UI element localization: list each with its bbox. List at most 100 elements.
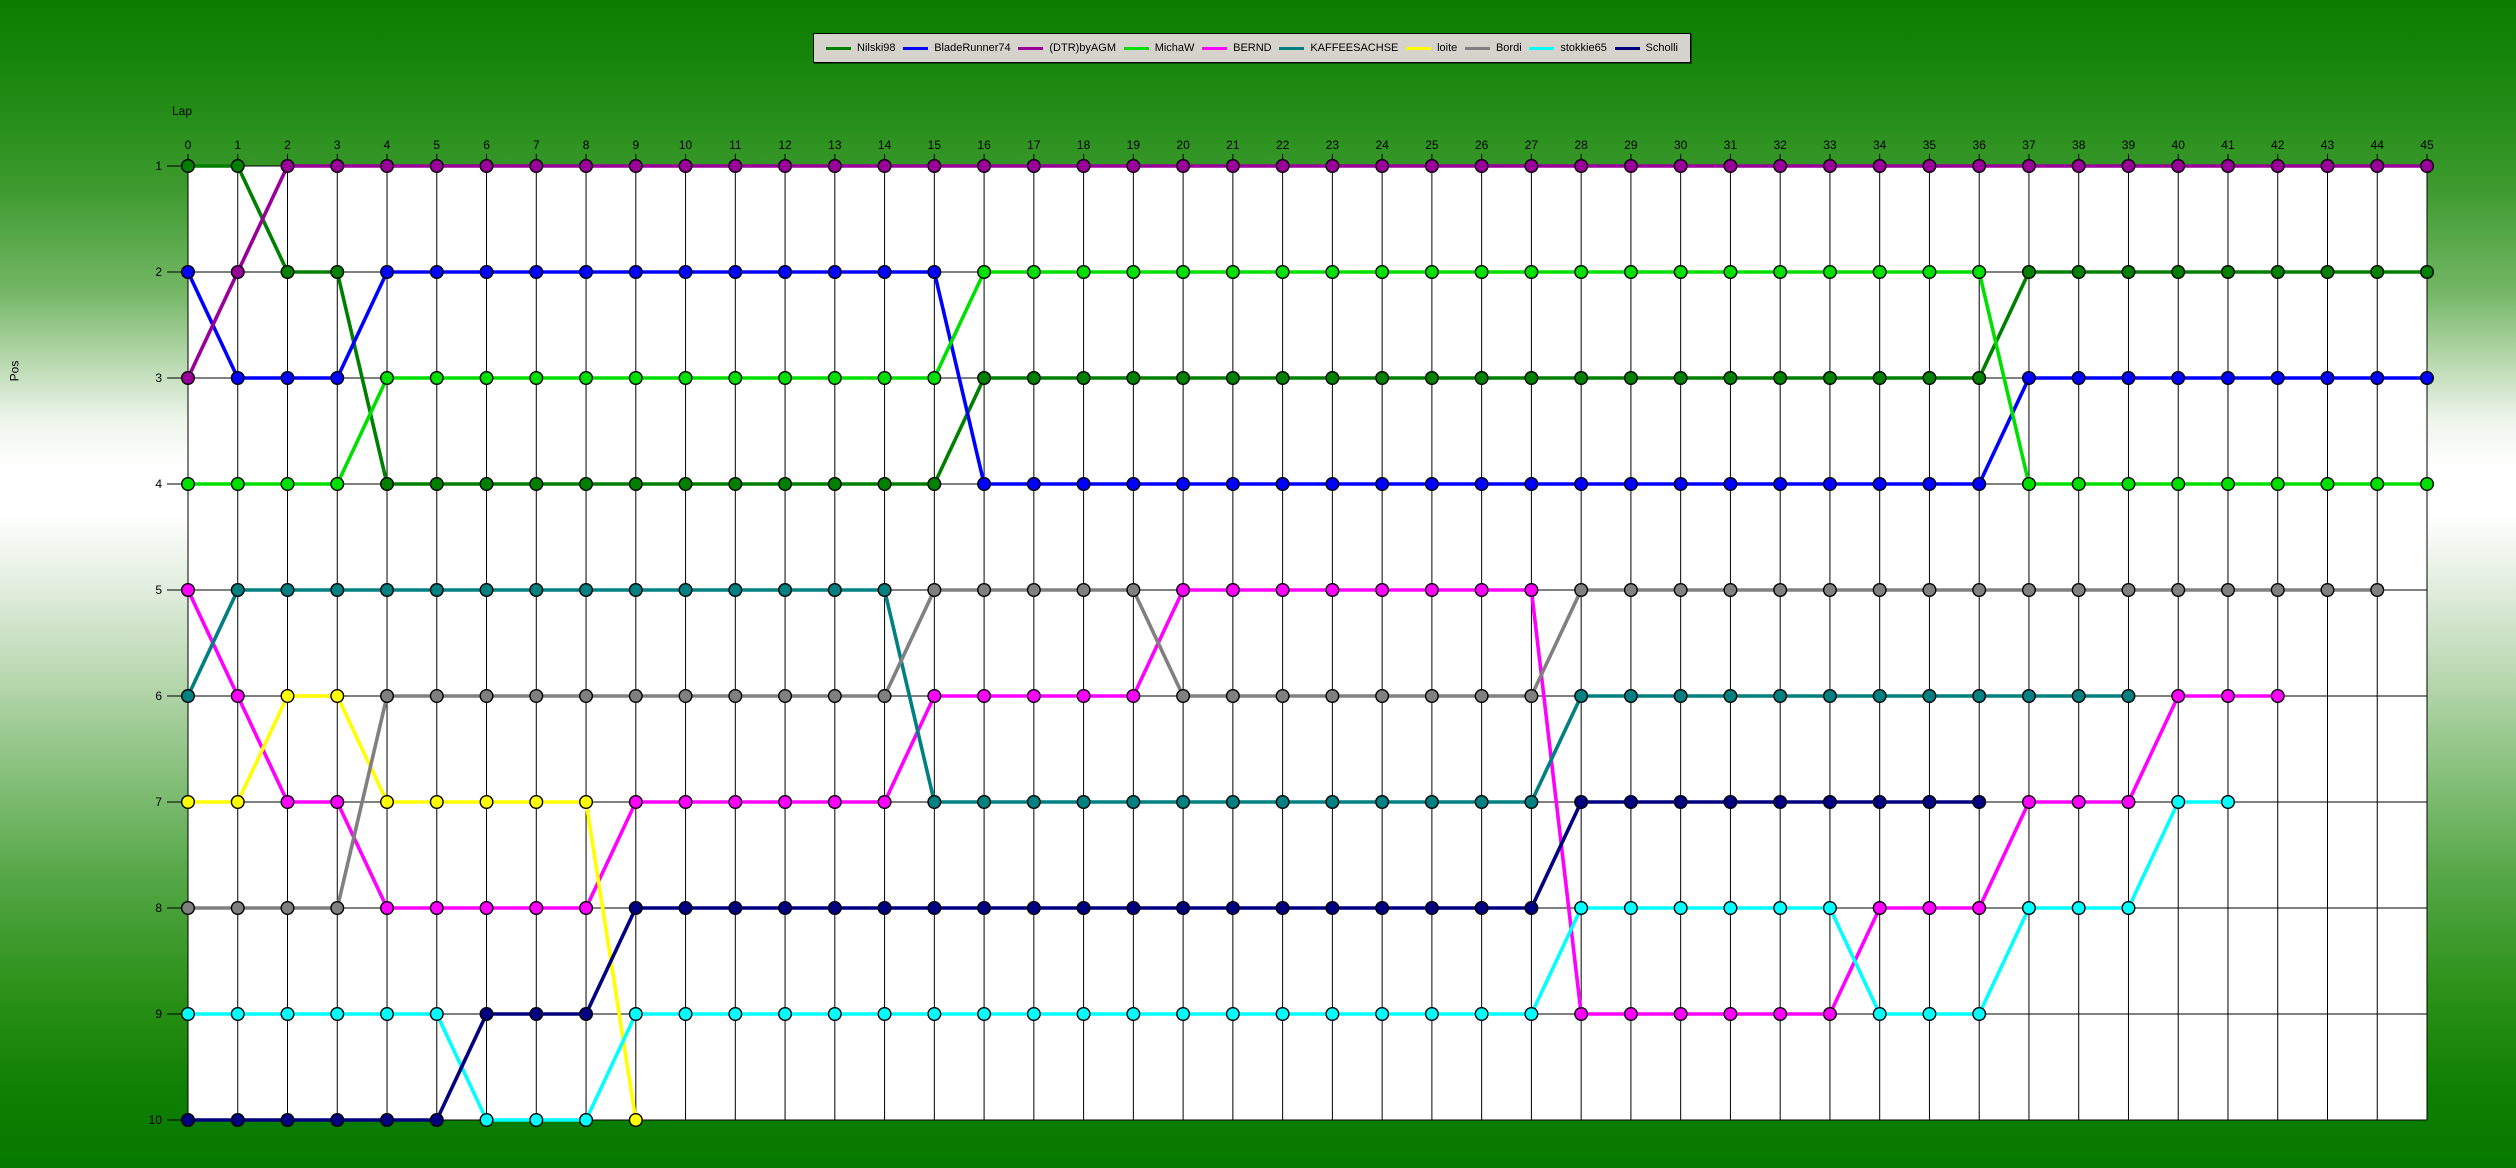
data-point-nilski98	[1424, 371, 1439, 386]
data-point-michaw	[1026, 265, 1041, 280]
data-point-dtr-byagm	[2021, 158, 2036, 173]
x-tick-label: 45	[2420, 138, 2434, 152]
data-point-kaffeesachse	[2071, 689, 2086, 704]
legend-item-dtr-byagm: (DTR)byAGM	[1018, 42, 1116, 54]
data-point-scholli	[1225, 901, 1240, 916]
data-point-kaffeesachse	[380, 583, 395, 598]
data-point-stokkie65	[579, 1112, 594, 1127]
data-point-scholli	[479, 1007, 494, 1022]
data-point-scholli	[1574, 795, 1589, 810]
data-point-nilski98	[1972, 371, 1987, 386]
legend-swatch-nilski98	[826, 46, 851, 50]
x-tick-label: 23	[1326, 138, 1340, 152]
data-point-michaw	[180, 477, 195, 492]
data-point-michaw	[1922, 265, 1937, 280]
data-point-nilski98	[1474, 371, 1489, 386]
data-point-kaffeesachse	[529, 583, 544, 598]
data-point-dtr-byagm	[827, 158, 842, 173]
x-tick-label: 14	[878, 138, 892, 152]
data-point-nilski98	[230, 158, 245, 173]
data-point-dtr-byagm	[1524, 158, 1539, 173]
legend-label: (DTR)byAGM	[1049, 42, 1116, 54]
y-tick-label: 3	[155, 371, 162, 385]
data-point-loite	[180, 795, 195, 810]
data-point-nilski98	[1623, 371, 1638, 386]
x-tick-label: 4	[384, 138, 391, 152]
y-tick-label: 2	[155, 265, 162, 279]
data-point-nilski98	[380, 477, 395, 492]
x-tick-label: 29	[1624, 138, 1638, 152]
data-point-dtr-byagm	[977, 158, 992, 173]
data-point-bernd	[1424, 583, 1439, 598]
data-point-stokkie65	[1773, 901, 1788, 916]
data-point-bernd	[180, 583, 195, 598]
data-point-bordi	[529, 689, 544, 704]
data-point-scholli	[1325, 901, 1340, 916]
data-point-loite	[230, 795, 245, 810]
x-tick-label: 8	[583, 138, 590, 152]
y-tick-label: 1	[155, 159, 162, 173]
data-point-michaw	[1673, 265, 1688, 280]
data-point-bladerunner74	[2220, 371, 2235, 386]
data-point-loite	[479, 795, 494, 810]
x-tick-label: 13	[828, 138, 842, 152]
x-tick-label: 41	[2221, 138, 2235, 152]
data-point-bernd	[678, 795, 693, 810]
data-point-scholli	[180, 1112, 195, 1127]
data-point-stokkie65	[1176, 1007, 1191, 1022]
x-tick-label: 39	[2122, 138, 2136, 152]
data-point-nilski98	[1325, 371, 1340, 386]
data-point-bernd	[280, 795, 295, 810]
data-point-michaw	[1723, 265, 1738, 280]
data-point-bordi	[927, 583, 942, 598]
legend-swatch-kaffeesachse	[1279, 46, 1305, 50]
data-point-bladerunner74	[1176, 477, 1191, 492]
data-point-bernd	[1275, 583, 1290, 598]
data-point-dtr-byagm	[2419, 158, 2434, 173]
x-tick-label: 18	[1077, 138, 1091, 152]
legend-item-kaffeesachse: KAFFEESACHSE	[1279, 42, 1398, 54]
data-point-bernd	[1972, 901, 1987, 916]
data-point-bernd	[778, 795, 793, 810]
data-point-bordi	[479, 689, 494, 704]
data-point-bordi	[1673, 583, 1688, 598]
data-point-dtr-byagm	[1972, 158, 1987, 173]
data-point-michaw	[1325, 265, 1340, 280]
data-point-dtr-byagm	[2071, 158, 2086, 173]
data-point-stokkie65	[927, 1007, 942, 1022]
x-tick-label: 35	[1923, 138, 1937, 152]
data-point-michaw	[2071, 477, 2086, 492]
y-tick-label: 4	[155, 477, 162, 491]
data-point-bordi	[1474, 689, 1489, 704]
data-point-bordi	[778, 689, 793, 704]
data-point-bordi	[1275, 689, 1290, 704]
data-point-dtr-byagm	[529, 158, 544, 173]
data-point-dtr-byagm	[1375, 158, 1390, 173]
x-tick-label: 12	[778, 138, 792, 152]
data-point-dtr-byagm	[1275, 158, 1290, 173]
data-point-nilski98	[2370, 265, 2385, 280]
data-point-bladerunner74	[778, 265, 793, 280]
data-point-nilski98	[579, 477, 594, 492]
data-point-nilski98	[2121, 265, 2136, 280]
data-point-kaffeesachse	[1275, 795, 1290, 810]
data-point-loite	[330, 689, 345, 704]
data-point-nilski98	[1922, 371, 1937, 386]
data-point-bernd	[1474, 583, 1489, 598]
data-point-dtr-byagm	[1325, 158, 1340, 173]
data-point-bordi	[977, 583, 992, 598]
legend-label: Nilski98	[857, 42, 896, 54]
data-point-nilski98	[280, 265, 295, 280]
data-point-stokkie65	[180, 1007, 195, 1022]
data-point-stokkie65	[1574, 901, 1589, 916]
data-point-kaffeesachse	[1524, 795, 1539, 810]
data-point-kaffeesachse	[330, 583, 345, 598]
data-point-scholli	[1524, 901, 1539, 916]
data-point-nilski98	[628, 477, 643, 492]
data-point-bladerunner74	[1922, 477, 1937, 492]
data-point-dtr-byagm	[1773, 158, 1788, 173]
legend-swatch-bladerunner74	[903, 46, 929, 50]
data-point-dtr-byagm	[1076, 158, 1091, 173]
data-point-bladerunner74	[1773, 477, 1788, 492]
data-point-michaw	[380, 371, 395, 386]
